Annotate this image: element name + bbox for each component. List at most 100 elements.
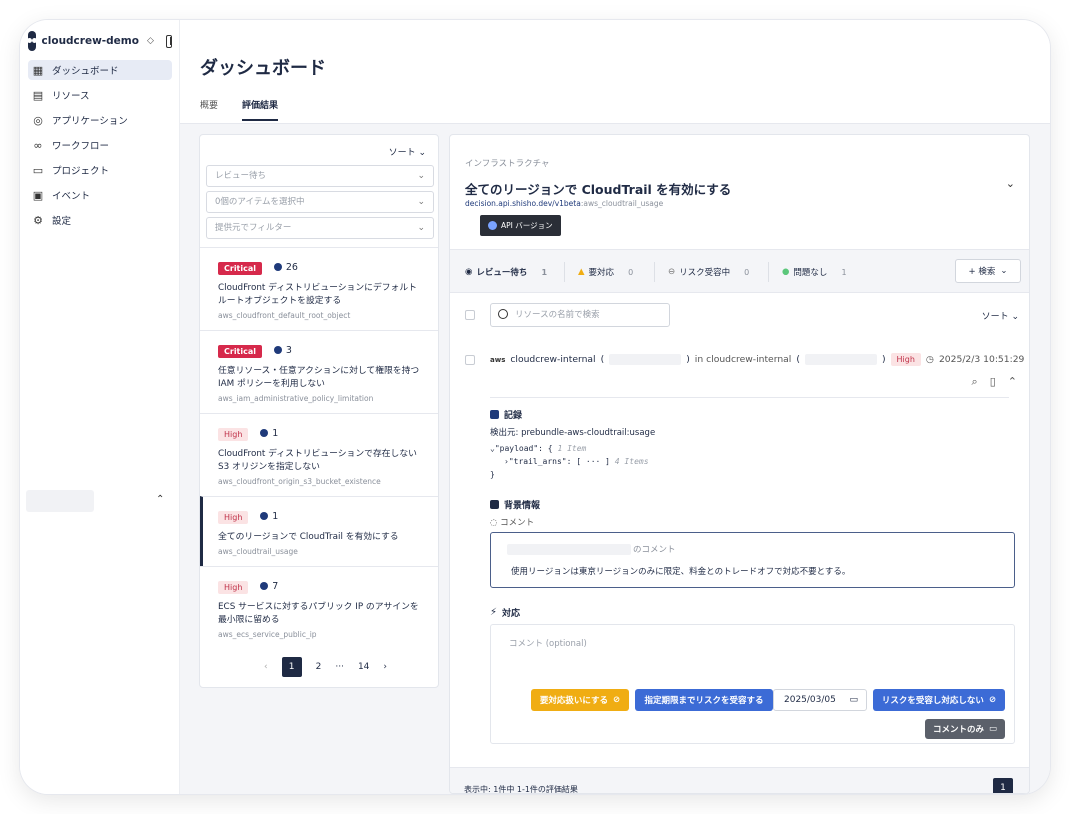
workspace-switcher[interactable]: cloudcrew-demo ◇ xyxy=(26,30,172,52)
check-circle-icon: ● xyxy=(782,267,790,277)
folder-icon: ▭ xyxy=(32,163,44,177)
sort-label: ソート xyxy=(981,312,1009,322)
select-all-checkbox[interactable] xyxy=(465,310,475,320)
finding-detail-panel: インフラストラクチャ 全てのリージョンで CloudTrail を有効にする d… xyxy=(449,134,1030,794)
finding-card[interactable]: Critical 26 CloudFront ディストリビューションにデフォルト… xyxy=(200,247,438,330)
prev-page-button[interactable]: ‹ xyxy=(264,662,268,672)
sidebar-item-projects[interactable]: ▭ プロジェクト xyxy=(28,160,172,180)
resource-name[interactable]: cloudcrew-internal xyxy=(510,354,595,365)
mark-action-required-button[interactable]: 要対応扱いにする ⊘ xyxy=(531,689,629,711)
severity-badge: High xyxy=(218,581,249,594)
count-value: 1 xyxy=(272,427,279,439)
sort-label: ソート xyxy=(388,148,416,158)
resource-checkbox[interactable] xyxy=(465,355,475,365)
page-1-button[interactable]: 1 xyxy=(281,657,302,677)
chevron-down-icon[interactable]: ⌄ xyxy=(1006,177,1015,190)
sidebar-item-label: イベント xyxy=(52,191,91,202)
severity-badge: Critical xyxy=(218,262,263,275)
card-id: aws_cloudfront_origin_s3_bucket_existenc… xyxy=(218,477,381,486)
sidebar-item-dashboard[interactable]: ▦ ダッシュボード xyxy=(28,60,172,80)
search-button[interactable]: + 検索 ⌄ xyxy=(955,259,1021,283)
code-meta: 1 Item xyxy=(557,444,587,453)
status-tab-risk-accepted[interactable]: ⊖ リスク受容中 0 xyxy=(668,266,749,278)
card-id: aws_cloudtrail_usage xyxy=(218,547,298,556)
response-heading: ⚡ 対応 xyxy=(490,606,520,619)
chevron-down-icon: ⌄ xyxy=(418,148,426,158)
sidebar-item-label: リソース xyxy=(52,91,90,102)
api-version-tooltip: API バージョン xyxy=(480,215,561,236)
provider-filter-select[interactable]: 提供元でフィルター ⌄ xyxy=(206,217,434,239)
sidebar-item-applications[interactable]: ◎ アプリケーション xyxy=(28,110,172,130)
workspace-name: cloudcrew-demo xyxy=(41,35,139,47)
button-label: コメントのみ xyxy=(932,725,984,735)
gear-icon: ⚙ xyxy=(33,213,43,227)
finding-card[interactable]: High 1 CloudFront ディストリビューションで存在しない S3 オ… xyxy=(200,413,438,496)
sidebar-item-workflows[interactable]: ∞ ワークフロー xyxy=(28,135,172,155)
account-selector[interactable] xyxy=(26,490,94,512)
sidebar-item-events[interactable]: ▣ イベント xyxy=(28,185,172,205)
page-14-button[interactable]: 14 xyxy=(358,662,369,672)
accept-risk-no-action-button[interactable]: リスクを受容し対応しない ⊘ xyxy=(873,689,1005,711)
chevron-down-icon: ⌄ xyxy=(417,171,425,181)
api-icon xyxy=(488,221,497,230)
page-1-button[interactable]: 1 xyxy=(993,778,1013,793)
record-heading: 記録 xyxy=(490,408,522,421)
lightning-icon: ⚡ xyxy=(490,607,498,618)
tab-findings[interactable]: 評価結果 xyxy=(242,98,279,121)
finding-card-selected[interactable]: High 1 全てのリージョンで CloudTrail を有効にする aws_c… xyxy=(200,496,438,566)
severity-badge: High xyxy=(218,428,249,441)
comment-label-text: コメント xyxy=(500,518,535,528)
comment-text: 使用リージョンは東京リージョンのみに限定、料金とのトレードオフで対応不要とする。 xyxy=(511,567,851,577)
page-title: ダッシュボード xyxy=(200,58,326,79)
resource-entry: aws cloudcrew-internal () in cloudcrew-i… xyxy=(450,341,1029,781)
info-dot-icon xyxy=(260,582,269,590)
map-icon[interactable]: ▯ xyxy=(990,375,996,389)
resource-sort-button[interactable]: ソート ⌄ xyxy=(982,309,1019,322)
status-label: 問題なし xyxy=(793,268,828,278)
accept-risk-until-button[interactable]: 指定期限までリスクを受容する xyxy=(635,689,773,711)
api-path[interactable]: decision.api.shisho.dev/v1beta:aws_cloud… xyxy=(465,199,663,208)
sidebar-item-settings[interactable]: ⚙ 設定 xyxy=(28,210,172,230)
globe-icon: ◎ xyxy=(33,113,43,127)
tooltip-text: API バージョン xyxy=(501,221,553,230)
sidebar-item-label: ワークフロー xyxy=(52,141,110,152)
search-button-label: + 検索 xyxy=(968,267,996,277)
tab-overview[interactable]: 概要 xyxy=(200,98,218,121)
list-sort-button[interactable]: ソート ⌄ xyxy=(389,145,426,158)
code-meta: 4 Items xyxy=(614,457,649,466)
resource-search-input[interactable]: リソースの名前で検索 xyxy=(490,303,670,327)
response-comment-input[interactable]: コメント (optional) xyxy=(509,637,587,649)
status-tab-action-required[interactable]: ▲ 要対応 0 xyxy=(578,266,633,278)
divider xyxy=(564,262,565,282)
sidebar-item-resources[interactable]: ▤ リソース xyxy=(28,85,172,105)
next-page-button[interactable]: › xyxy=(383,662,387,672)
item-filter-select[interactable]: 0個のアイテムを選択中 ⌄ xyxy=(206,191,434,213)
check-circle-icon: ⊘ xyxy=(612,695,621,705)
chevron-up-icon[interactable]: ⌃ xyxy=(1008,375,1017,389)
page-ellipsis: ··· xyxy=(335,662,344,672)
card-title: CloudFront ディストリビューションにデフォルトルートオブジェクトを設定… xyxy=(218,283,417,306)
search-icon[interactable]: ⌕ xyxy=(972,375,978,389)
api-path-link[interactable]: decision.api.shisho.dev/v1beta xyxy=(465,199,581,208)
redacted-id xyxy=(804,354,877,365)
status-filter-select[interactable]: レビュー待ち ⌄ xyxy=(206,165,434,187)
finding-count: 3 xyxy=(273,345,292,356)
finding-count: 26 xyxy=(273,262,298,273)
sidebar-nav: ▦ ダッシュボード ▤ リソース ◎ アプリケーション ∞ ワークフロー ▭ プ… xyxy=(28,60,172,235)
status-tab-review[interactable]: ◉ レビュー待ち 1 xyxy=(465,266,547,278)
filter-placeholder: レビュー待ち xyxy=(215,171,267,181)
finding-card[interactable]: High 7 ECS サービスに対するパブリック IP のアサインを最小限に留め… xyxy=(200,566,438,649)
finding-card[interactable]: Critical 3 任意リソース・任意アクションに対して権限を持つ IAM ポ… xyxy=(200,330,438,413)
payload-code[interactable]: ⌄"payload": { 1 Item ›"trail_arns": [ ··… xyxy=(490,442,649,481)
sidebar-collapse-icon[interactable] xyxy=(165,34,172,48)
page-2-button[interactable]: 2 xyxy=(316,662,322,672)
finding-count: 1 xyxy=(260,428,278,439)
finding-category: インフラストラクチャ xyxy=(465,159,550,169)
status-tab-no-issue[interactable]: ● 問題なし 1 xyxy=(782,266,847,278)
card-id: aws_ecs_service_public_ip xyxy=(218,630,317,639)
resource-tools: ⌕ ▯ ⌃ xyxy=(972,375,1017,389)
accept-until-date-input[interactable]: 2025/03/05 ▭ xyxy=(773,689,867,711)
section-title: 背景情報 xyxy=(504,501,541,511)
comment-only-button[interactable]: コメントのみ ▭ xyxy=(925,719,1005,739)
resource-details: 記録 検出元: prebundle-aws-cloudtrail:usage ⌄… xyxy=(490,397,1015,744)
